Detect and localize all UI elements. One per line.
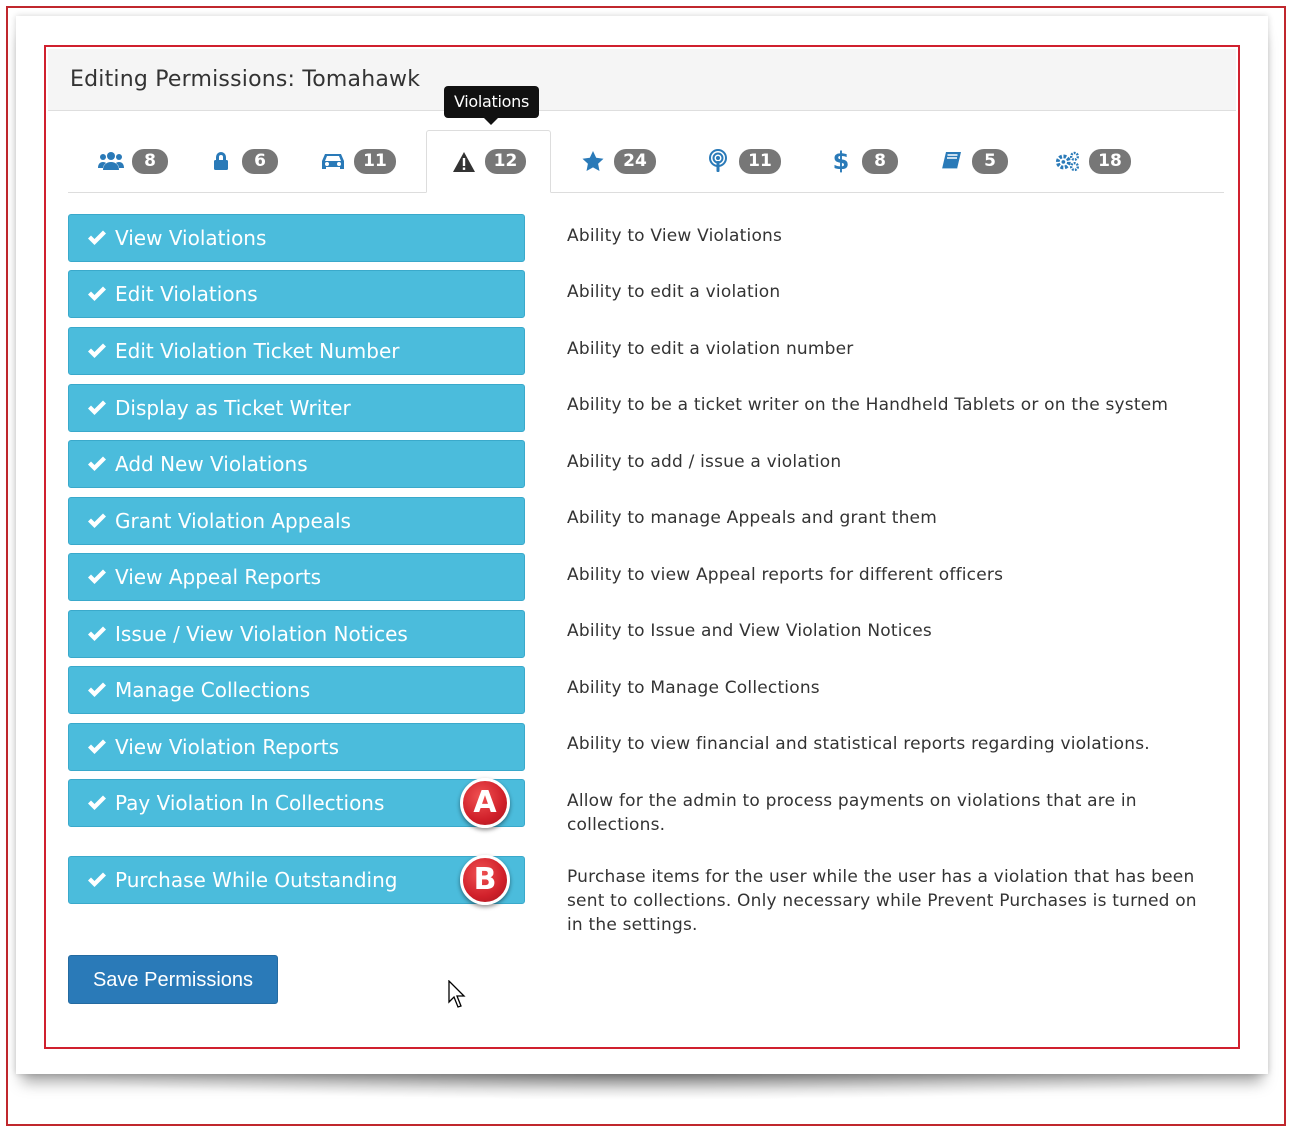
permission-toggle[interactable]: Purchase While Outstanding [68, 856, 525, 904]
checkmark-icon [87, 624, 109, 644]
permission-toggle[interactable]: View Violations [68, 214, 525, 262]
checkmark-icon [87, 284, 109, 304]
checkmark-icon [87, 511, 109, 531]
tab-settings[interactable]: 18 [1043, 130, 1143, 192]
permission-toggle[interactable]: Edit Violations [68, 270, 525, 318]
tab-count-badge: 6 [242, 148, 278, 174]
tab-users[interactable]: 8 [78, 130, 188, 192]
permission-description: Ability to view Appeal reports for diffe… [567, 565, 1004, 585]
permission-toggle[interactable]: Issue / View Violation Notices [68, 610, 525, 658]
permission-label: Display as Ticket Writer [115, 396, 351, 420]
permission-toggle[interactable]: Edit Violation Ticket Number [68, 327, 525, 375]
permission-toggle[interactable]: View Violation Reports [68, 723, 525, 771]
permission-label: View Violations [115, 226, 267, 250]
checkmark-icon [87, 228, 109, 248]
permission-description: Ability to add / issue a violation [567, 452, 842, 472]
permission-description: Ability to view financial and statistica… [567, 734, 1150, 754]
podcast-icon [705, 149, 731, 173]
dollar-icon: $ [832, 147, 850, 175]
permission-toggle[interactable]: Display as Ticket Writer [68, 384, 525, 432]
permission-label: View Appeal Reports [115, 565, 322, 589]
permission-label: Add New Violations [115, 452, 308, 476]
permission-description: Ability to Issue and View Violation Noti… [567, 621, 932, 641]
checkmark-icon [87, 680, 109, 700]
permission-toggle[interactable]: Pay Violation In Collections [68, 779, 525, 827]
warning-icon [451, 150, 477, 174]
tab-count-badge: 8 [862, 148, 898, 174]
tab-violations[interactable]: 12 [426, 130, 551, 193]
permission-description: Ability to be a ticket writer on the Han… [567, 395, 1169, 415]
tab-count-badge: 8 [132, 148, 168, 174]
permission-description: Ability to View Violations [567, 226, 783, 246]
tab-security[interactable]: 6 [193, 130, 293, 192]
annotation-marker-b: B [460, 855, 510, 905]
permission-toggle[interactable]: Grant Violation Appeals [68, 497, 525, 545]
permission-category-tabs: 8 6 11 12 24 11 $ 8 5 18 [68, 130, 1224, 193]
permission-description: Ability to Manage Collections [567, 678, 820, 698]
permission-description: Ability to edit a violation number [567, 339, 854, 359]
permission-label: Pay Violation In Collections [115, 791, 385, 815]
star-icon [580, 149, 606, 173]
tab-rewards[interactable]: 24 [568, 130, 668, 192]
car-icon [320, 149, 346, 173]
users-icon [98, 149, 124, 173]
permission-description: Allow for the admin to process payments … [567, 791, 1137, 835]
permission-label: Issue / View Violation Notices [115, 622, 408, 646]
save-permissions-button[interactable]: Save Permissions [68, 955, 278, 1004]
permission-label: View Violation Reports [115, 735, 340, 759]
checkmark-icon [87, 398, 109, 418]
lock-icon [208, 149, 234, 173]
checkmark-icon [87, 454, 109, 474]
tab-finance[interactable]: $ 8 [818, 130, 908, 192]
permission-toggle[interactable]: Add New Violations [68, 440, 525, 488]
permission-description: Purchase items for the user while the us… [567, 867, 1197, 935]
permission-label: Grant Violation Appeals [115, 509, 351, 533]
tab-count-badge: 24 [614, 148, 656, 174]
checkmark-icon [87, 567, 109, 587]
tab-records[interactable]: 5 [928, 130, 1018, 192]
tab-tooltip: Violations [444, 86, 539, 125]
cogs-icon [1055, 149, 1081, 173]
tab-vehicles[interactable]: 11 [303, 130, 413, 192]
tab-broadcast[interactable]: 11 [693, 130, 793, 192]
book-icon [938, 149, 964, 173]
checkmark-icon [87, 341, 109, 361]
permission-label: Manage Collections [115, 678, 311, 702]
permission-description: Ability to edit a violation [567, 282, 781, 302]
tab-count-badge: 5 [972, 148, 1008, 174]
checkmark-icon [87, 870, 109, 890]
permission-toggle[interactable]: View Appeal Reports [68, 553, 525, 601]
paper-shadow [40, 1074, 1250, 1100]
permission-description: Ability to manage Appeals and grant them [567, 508, 937, 528]
checkmark-icon [87, 793, 109, 813]
tab-count-badge: 11 [354, 148, 396, 174]
tab-count-badge: 18 [1089, 148, 1131, 174]
permission-label: Edit Violation Ticket Number [115, 339, 400, 363]
panel-heading: Editing Permissions: Tomahawk [48, 49, 1236, 111]
permission-toggle[interactable]: Manage Collections [68, 666, 525, 714]
permission-label: Edit Violations [115, 282, 258, 306]
page-title: Editing Permissions: Tomahawk [70, 67, 421, 92]
tab-count-badge: 12 [484, 149, 527, 174]
annotation-marker-a: A [460, 778, 510, 828]
mouse-cursor-icon [448, 980, 466, 1008]
checkmark-icon [87, 737, 109, 757]
permission-label: Purchase While Outstanding [115, 868, 398, 892]
tab-count-badge: 11 [739, 148, 781, 174]
